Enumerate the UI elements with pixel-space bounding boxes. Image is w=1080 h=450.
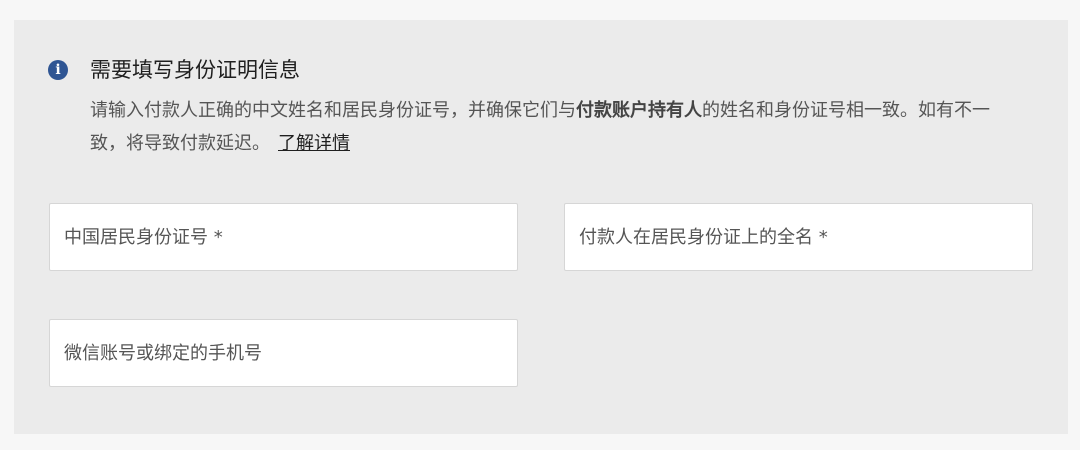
notice-title: 需要填写身份证明信息	[90, 58, 300, 82]
notice-text-part1: 请输入付款人正确的中文姓名和居民身份证号，并确保它们与	[90, 100, 576, 121]
wechat-input[interactable]	[50, 320, 517, 386]
notice-text-emphasis: 付款账户持有人	[576, 100, 702, 121]
notice-description: 请输入付款人正确的中文姓名和居民身份证号，并确保它们与付款账户持有人的姓名和身份…	[90, 94, 1020, 160]
full-name-input[interactable]	[565, 204, 1032, 270]
identity-form-panel: i 需要填写身份证明信息 请输入付款人正确的中文姓名和居民身份证号，并确保它们与…	[14, 20, 1068, 434]
info-icon: i	[48, 60, 68, 80]
learn-more-link[interactable]: 了解详情	[278, 133, 350, 154]
id-number-input[interactable]	[50, 204, 517, 270]
id-number-field[interactable]	[49, 203, 518, 271]
wechat-field[interactable]	[49, 319, 518, 387]
full-name-field[interactable]	[564, 203, 1033, 271]
